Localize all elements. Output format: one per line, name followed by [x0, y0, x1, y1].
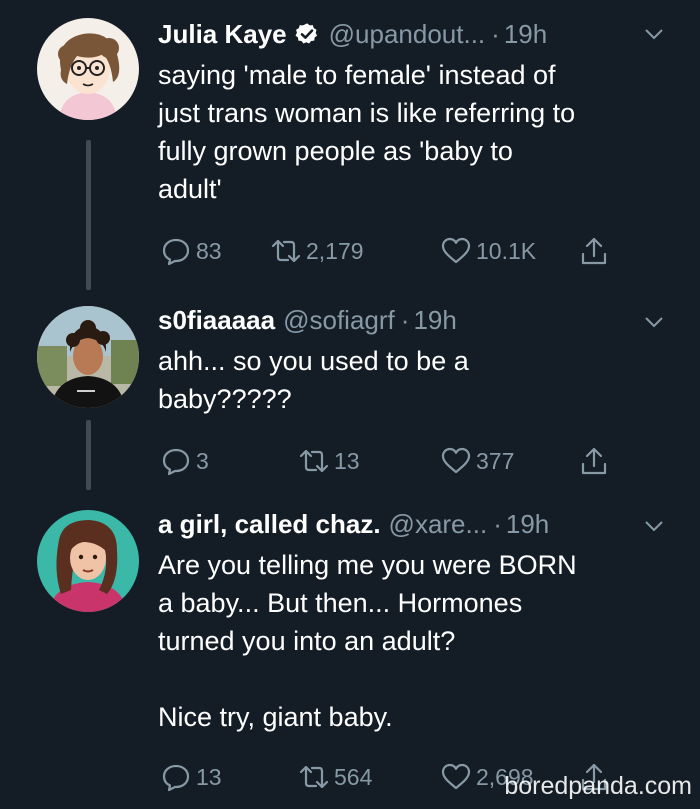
heart-icon [441, 237, 471, 264]
share-button[interactable] [578, 444, 614, 478]
tweet-text: Are you telling me you were BORN a baby.… [158, 550, 577, 732]
share-icon [581, 447, 607, 475]
display-name[interactable]: a girl, called chaz. [158, 509, 381, 540]
retweet-button[interactable]: 13 [298, 444, 360, 478]
avatar[interactable] [37, 306, 139, 408]
timestamp[interactable]: 19h [413, 305, 456, 336]
tweet-3[interactable]: a girl, called chaz. @xare... · 19h Are … [0, 500, 700, 809]
chevron-down-icon[interactable] [642, 22, 666, 46]
retweet-button[interactable]: 2,179 [270, 234, 364, 268]
reply-count: 3 [196, 447, 209, 474]
thread-line [86, 420, 91, 490]
action-bar: 3 13 377 [160, 444, 660, 478]
timestamp[interactable]: 19h [506, 509, 549, 540]
like-count: 10.1K [476, 237, 537, 264]
tweet-header: s0fiaaaaa @sofiagrf · 19h [158, 302, 660, 338]
retweet-icon [299, 449, 329, 473]
timestamp[interactable]: 19h [504, 19, 547, 50]
separator-dot: · [400, 304, 410, 335]
reply-icon [162, 448, 190, 476]
reply-icon [162, 764, 190, 792]
thread-line [86, 140, 91, 290]
retweet-count: 2,179 [306, 237, 364, 264]
chevron-down-icon[interactable] [642, 310, 666, 334]
handle[interactable]: @upandout... [329, 19, 486, 50]
retweet-icon [299, 765, 329, 789]
reply-button[interactable]: 83 [160, 234, 222, 268]
tweet-text: ahh... so you used to be a baby????? [158, 346, 469, 414]
action-bar: 83 2,179 10.1K [160, 234, 660, 268]
tweet-text: saying 'male to female' instead of just … [158, 60, 576, 204]
handle[interactable]: @sofiagrf [283, 305, 395, 336]
reply-count: 83 [196, 237, 222, 264]
reply-count: 13 [196, 763, 222, 790]
handle[interactable]: @xare... [389, 509, 488, 540]
display-name[interactable]: Julia Kaye [158, 19, 287, 50]
retweet-count: 564 [334, 763, 373, 790]
like-button[interactable]: 377 [440, 444, 514, 478]
like-count: 377 [476, 447, 515, 474]
verified-badge-icon [295, 23, 317, 44]
separator-dot: · [493, 508, 502, 539]
watermark: boredpanda.com [504, 772, 692, 800]
tweet-header: Julia Kaye @upandout... · 19h [158, 16, 660, 52]
share-button[interactable] [578, 234, 614, 268]
chevron-down-icon[interactable] [642, 514, 666, 538]
reply-button[interactable]: 13 [160, 760, 222, 794]
avatar[interactable] [37, 18, 139, 120]
photo-avatar-icon [37, 306, 139, 408]
retweet-button[interactable]: 564 [298, 760, 372, 794]
tweet-header: a girl, called chaz. @xare... · 19h [158, 506, 660, 542]
tweet-2[interactable]: s0fiaaaaa @sofiagrf · 19h ahh... so you … [0, 300, 700, 500]
retweet-count: 13 [334, 447, 360, 474]
share-icon [581, 237, 607, 265]
reply-button[interactable]: 3 [160, 444, 209, 478]
heart-icon [441, 763, 471, 790]
display-name[interactable]: s0fiaaaaa [158, 305, 275, 336]
illustrated-avatar-icon [37, 510, 139, 612]
like-button[interactable]: 10.1K [440, 234, 536, 268]
cartoon-avatar-icon [37, 18, 139, 120]
separator-dot: · [491, 18, 500, 49]
heart-icon [441, 447, 471, 474]
retweet-icon [271, 239, 301, 263]
reply-icon [162, 238, 190, 266]
avatar[interactable] [37, 510, 139, 612]
tweet-1[interactable]: Julia Kaye @upandout... · 19h saying 'ma… [0, 0, 700, 300]
